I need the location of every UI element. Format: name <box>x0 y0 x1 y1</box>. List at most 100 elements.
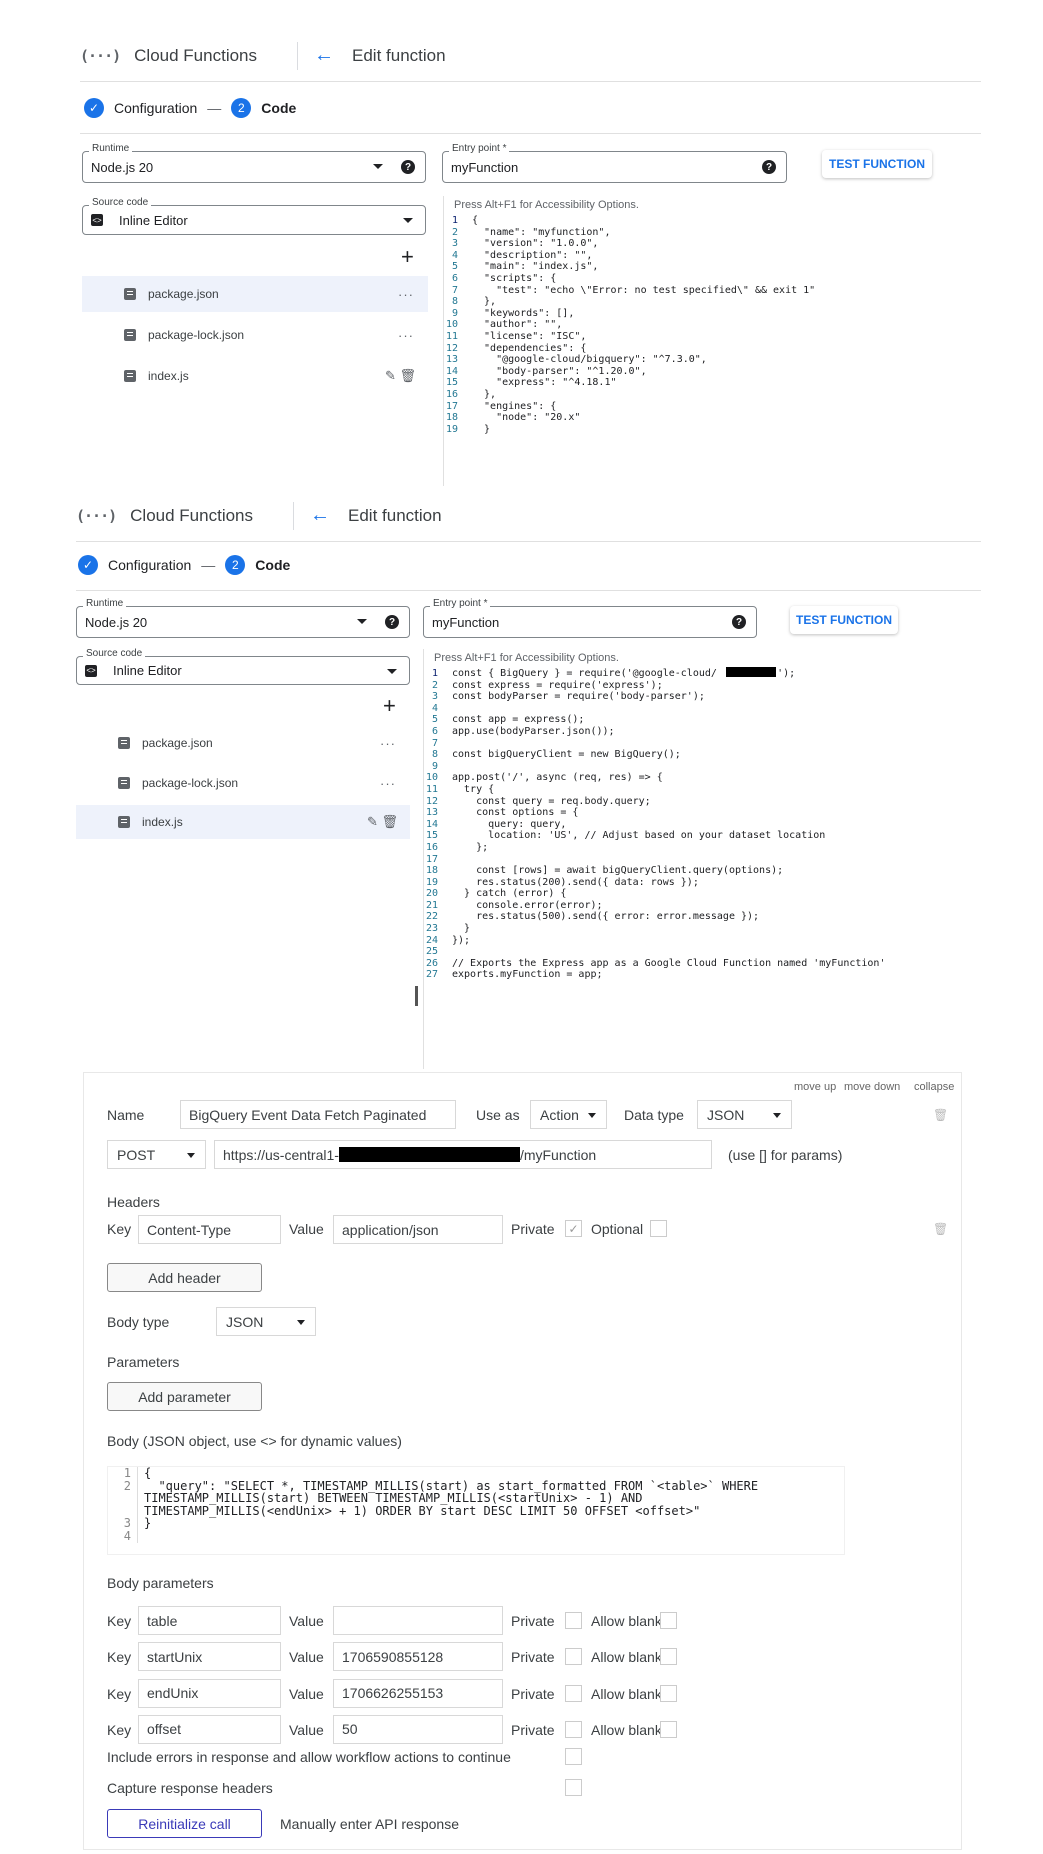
private-checkbox[interactable]: ✓ <box>565 1220 582 1237</box>
step-configuration[interactable]: Configuration <box>108 557 191 573</box>
test-function-button[interactable]: TEST FUNCTION <box>822 150 932 178</box>
allow-blank-checkbox[interactable] <box>660 1720 677 1738</box>
step-code[interactable]: Code <box>261 100 296 116</box>
code-line[interactable]: 8 }, <box>444 296 980 308</box>
manual-response-link[interactable]: Manually enter API response <box>280 1816 459 1832</box>
code-line[interactable]: 25 <box>424 946 980 958</box>
code-line[interactable]: 20 } catch (error) { <box>424 888 980 900</box>
code-line[interactable]: 15 "express": "^4.18.1" <box>444 377 980 389</box>
add-parameter-button[interactable]: Add parameter <box>107 1382 262 1411</box>
body-line[interactable]: 3} <box>108 1517 844 1530</box>
code-line[interactable]: 5 "main": "index.js", <box>444 261 980 273</box>
code-line[interactable]: 22 res.status(500).send({ error: error.m… <box>424 911 980 923</box>
code-line[interactable]: 12 const query = req.body.query; <box>424 796 980 808</box>
runtime-select[interactable]: Runtime Node.js 20 ? <box>82 143 426 183</box>
code-line[interactable]: 14 "body-parser": "^1.20.0", <box>444 366 980 378</box>
file-item[interactable]: package.json ··· <box>82 276 428 312</box>
back-arrow-icon[interactable]: ← <box>310 504 330 527</box>
code-line[interactable]: 14 query: query, <box>424 819 980 831</box>
header-key-input[interactable]: Content-Type <box>138 1215 281 1244</box>
use-as-select[interactable]: Action <box>530 1100 607 1129</box>
code-line[interactable]: 12 "dependencies": { <box>444 343 980 355</box>
more-icon[interactable]: ··· <box>398 287 414 302</box>
code-line[interactable]: 17 <box>424 854 980 866</box>
file-item[interactable]: package.json ··· <box>76 726 410 760</box>
collapse-link[interactable]: collapse <box>914 1081 954 1093</box>
edit-icon[interactable]: ✎ <box>385 368 396 383</box>
help-icon[interactable]: ? <box>385 615 399 629</box>
data-type-select[interactable]: JSON <box>697 1100 792 1129</box>
file-item[interactable]: index.js ✎ 🗑 <box>82 358 428 394</box>
code-editor[interactable]: Press Alt+F1 for Accessibility Options. … <box>443 196 980 486</box>
param-value-input[interactable] <box>333 1606 503 1635</box>
file-item[interactable]: index.js ✎ 🗑 <box>76 805 410 839</box>
code-line[interactable]: 4 "description": "", <box>444 250 980 262</box>
more-icon[interactable]: ··· <box>380 776 396 791</box>
back-arrow-icon[interactable]: ← <box>314 44 334 67</box>
code-line[interactable]: 1{ <box>444 215 980 227</box>
code-line[interactable]: 3 const bodyParser = require('body-parser… <box>424 691 980 703</box>
edit-icon[interactable]: ✎ <box>367 814 378 829</box>
delete-icon[interactable]: 🗑 <box>399 368 416 383</box>
runtime-select[interactable]: Runtime Node.js 20 ? <box>76 598 410 638</box>
code-line[interactable]: 16 }; <box>424 842 980 854</box>
capture-headers-checkbox[interactable] <box>565 1779 582 1796</box>
param-key-input[interactable]: table <box>138 1606 281 1635</box>
move-up-link[interactable]: move up <box>794 1081 836 1093</box>
test-function-button[interactable]: TEST FUNCTION <box>790 606 898 634</box>
code-line[interactable]: 6 "scripts": { <box>444 273 980 285</box>
delete-icon[interactable]: 🗑 <box>933 1108 948 1122</box>
code-line[interactable]: 10 "author": "", <box>444 319 980 331</box>
code-line[interactable]: 2 const express = require('express'); <box>424 680 980 692</box>
code-line[interactable]: 11 try { <box>424 784 980 796</box>
code-line[interactable]: 3 "version": "1.0.0", <box>444 238 980 250</box>
code-line[interactable]: 24}); <box>424 935 980 947</box>
code-line[interactable]: 9 "keywords": [], <box>444 308 980 320</box>
name-input[interactable]: BigQuery Event Data Fetch Paginated <box>180 1100 456 1129</box>
body-line[interactable]: TIMESTAMP_MILLIS(start) BETWEEN TIMESTAM… <box>108 1492 844 1505</box>
code-line[interactable]: 23 } <box>424 923 980 935</box>
source-code-select[interactable]: Source code <> Inline Editor <box>82 197 426 235</box>
code-line[interactable]: 18 "node": "20.x" <box>444 412 980 424</box>
source-code-select[interactable]: Source code <> Inline Editor <box>76 648 410 685</box>
delete-icon[interactable]: 🗑 <box>933 1222 948 1236</box>
code-editor[interactable]: Press Alt+F1 for Accessibility Options. … <box>423 649 980 1069</box>
code-line[interactable]: 26 // Exports the Express app as a Google… <box>424 958 980 970</box>
reinitialize-call-button[interactable]: Reinitialize call <box>107 1809 262 1838</box>
private-checkbox[interactable] <box>565 1612 582 1629</box>
app-logo[interactable]: (···) Cloud Functions <box>76 506 253 526</box>
code-line[interactable]: 16 }, <box>444 389 980 401</box>
param-key-input[interactable]: startUnix <box>138 1642 281 1672</box>
body-line[interactable]: TIMESTAMP_MILLIS(<endUnix> + 1) ORDER BY… <box>108 1505 844 1518</box>
optional-checkbox[interactable] <box>650 1220 667 1237</box>
code-line[interactable]: 7 "test": "echo \"Error: no test specifi… <box>444 285 980 297</box>
code-line[interactable]: 18 const [rows] = await bigQueryClient.q… <box>424 865 980 877</box>
code-line[interactable]: 19 res.status(200).send({ data: rows }); <box>424 877 980 889</box>
app-logo[interactable]: (···) Cloud Functions <box>80 46 257 66</box>
move-down-link[interactable]: move down <box>844 1081 900 1093</box>
code-line[interactable]: 9 <box>424 761 980 773</box>
header-value-input[interactable]: application/json <box>333 1215 503 1244</box>
more-icon[interactable]: ··· <box>398 328 414 343</box>
add-header-button[interactable]: Add header <box>107 1263 262 1292</box>
code-line[interactable]: 19 } <box>444 424 980 436</box>
body-type-select[interactable]: JSON <box>216 1307 316 1336</box>
param-value-input[interactable]: 1706626255153 <box>333 1678 503 1708</box>
code-line[interactable]: 1 const { BigQuery } = require('@google-c… <box>424 668 980 680</box>
step-configuration[interactable]: Configuration <box>114 100 197 116</box>
code-line[interactable]: 17 "engines": { <box>444 401 980 413</box>
code-line[interactable]: 21 console.error(error); <box>424 900 980 912</box>
code-line[interactable]: 27 exports.myFunction = app; <box>424 969 980 981</box>
code-line[interactable]: 10 app.post('/', async (req, res) => { <box>424 772 980 784</box>
help-icon[interactable]: ? <box>401 160 415 174</box>
private-checkbox[interactable] <box>565 1684 582 1702</box>
body-json-editor[interactable]: 1{2 "query": "SELECT *, TIMESTAMP_MILLIS… <box>107 1466 845 1555</box>
private-checkbox[interactable] <box>565 1720 582 1738</box>
help-icon[interactable]: ? <box>762 160 776 174</box>
body-line[interactable]: 1{ <box>108 1467 844 1480</box>
private-checkbox[interactable] <box>565 1648 582 1666</box>
url-input[interactable]: https://us-central1- /myFunction <box>214 1140 712 1169</box>
add-file-icon[interactable]: + <box>401 244 414 270</box>
code-line[interactable]: 13 const options = { <box>424 807 980 819</box>
body-line[interactable]: 4 <box>108 1530 844 1543</box>
